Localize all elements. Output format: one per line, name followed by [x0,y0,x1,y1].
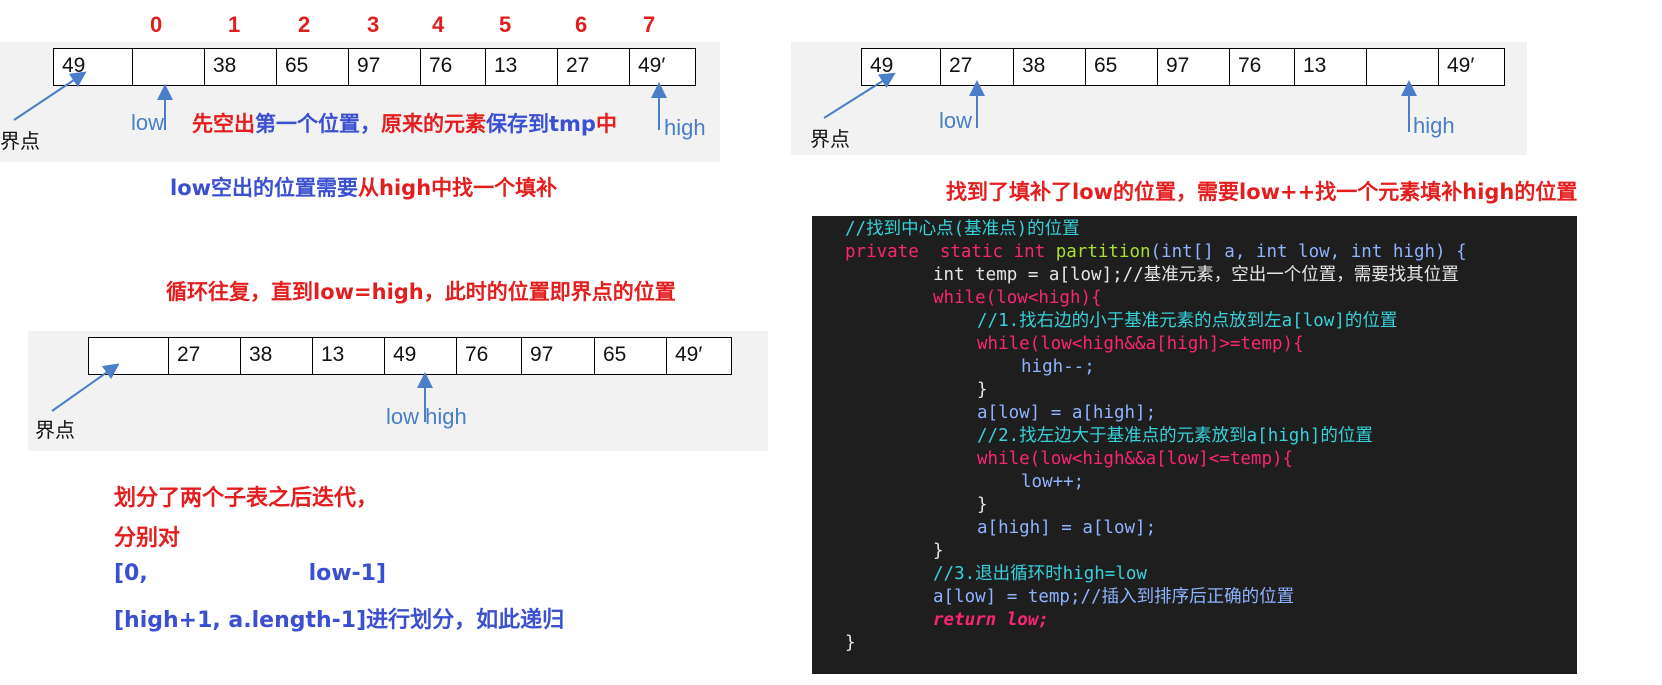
code-line: //1.找右边的小于基准元素的点放到左a[low]的位置 [977,311,1398,331]
code-line: a[low] = temp;//插入到排序后正确的位置 [933,587,1295,607]
code-line: return low; [933,610,1049,630]
code-line: a[low] = a[high]; [977,403,1157,423]
pivot-arrow [51,363,120,412]
code-line: //3.退出循环时high=low [933,564,1147,584]
code-line: } [977,495,988,515]
code-line: //2.找左边大于基准点的元素放到a[high]的位置 [977,426,1373,446]
steps-line4: [high+1, a.length-1]进行划分，如此递归 [114,608,565,633]
code-line: } [977,380,988,400]
code-line: while(low<high&&a[high]>=temp){ [977,334,1304,354]
code-line: a[high] = a[low]; [977,518,1157,538]
code-line: low++; [1021,472,1085,492]
steps-line1: 划分了两个子表之后迭代， [114,486,379,511]
code-line: //找到中心点(基准点)的位置 [845,219,1080,239]
code-line: high--; [1021,357,1095,377]
code-line: private static int partition(int[] a, in… [845,242,1467,262]
steps-line3: [0, low-1] [114,561,387,586]
code-line: } [845,633,856,653]
pivot-arrow [823,72,896,119]
steps-line2: 分别对 [114,526,181,551]
code-block: //找到中心点(基准点)的位置 private static int parti… [812,216,1577,674]
code-line: } [933,541,944,561]
code-line: while(low<high){ [933,288,1102,308]
code-line: while(low<high&&a[low]<=temp){ [977,449,1294,469]
code-line: int temp = a[low];//基准元素，空出一个位置，需要找其位置 [933,265,1459,285]
pivot-arrow [13,71,87,121]
